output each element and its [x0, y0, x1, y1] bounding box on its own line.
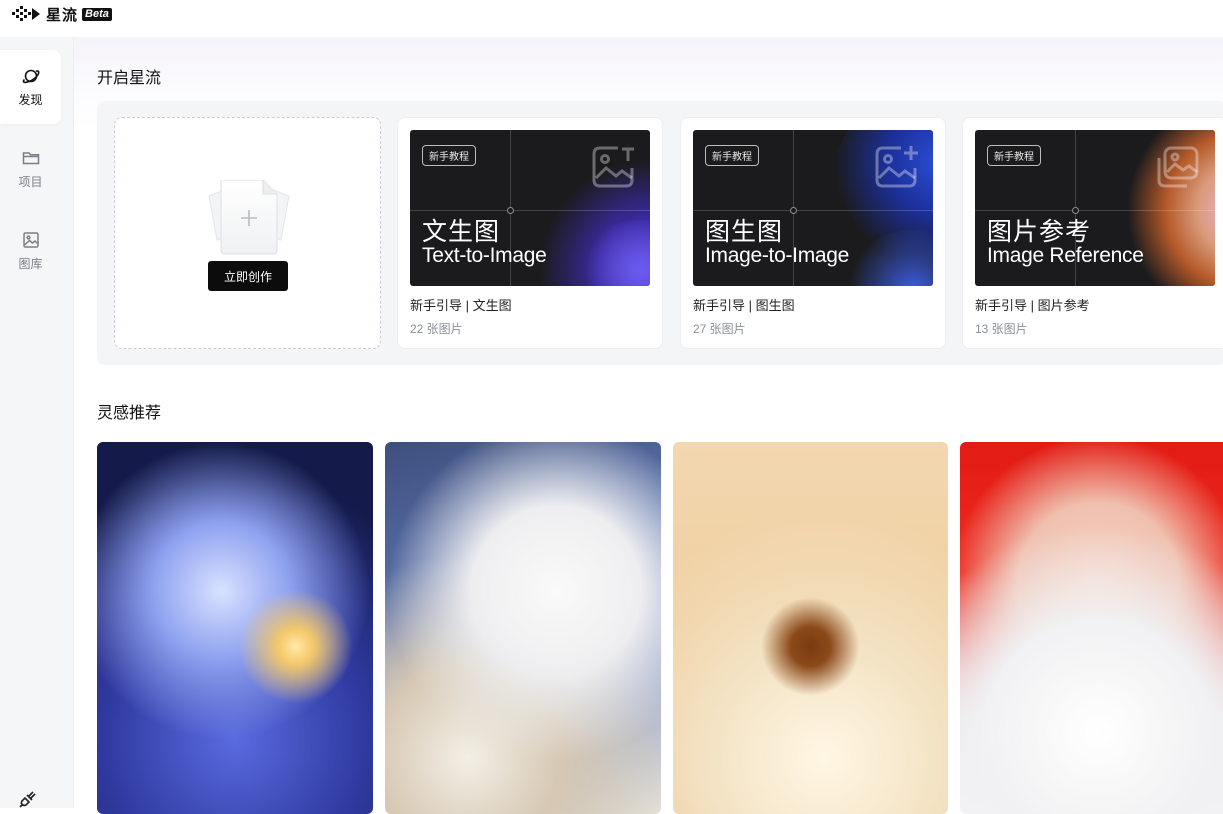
sidebar-item-gallery[interactable]: 图库	[0, 214, 61, 288]
tutorial-card-image-to-image[interactable]: 新手教程 图生图 Image-to-Image 新手引导 | 图生图 27 张图…	[680, 117, 946, 349]
new-file-icon	[208, 180, 290, 255]
sidebar-item-label: 发现	[18, 93, 43, 107]
tutorial-title-en: Text-to-Image	[422, 244, 547, 267]
tutorial-card-text-to-image[interactable]: 新手教程 文生图 Text-to-Image 新手引导 | 文生图 22 张图片	[397, 117, 663, 349]
tutorial-badge: 新手教程	[705, 145, 759, 166]
beta-badge: Beta	[82, 7, 112, 21]
inspiration-image-serum-bottle[interactable]	[673, 442, 948, 814]
tutorial-thumbnail: 新手教程 文生图 Text-to-Image	[410, 130, 650, 286]
create-now-button[interactable]: 立即创作	[208, 261, 288, 291]
image-stack-icon	[1157, 146, 1199, 188]
settings-tool-icon[interactable]	[17, 788, 39, 810]
text-image-icon	[592, 146, 634, 188]
image-icon	[22, 232, 39, 248]
app-name: 星流	[46, 6, 79, 24]
tutorial-count: 13 张图片	[975, 322, 1028, 336]
main-content: 开启星流 立即创作 新手教程 文生图 Text-to-Image 新手引导 | …	[74, 37, 1223, 814]
sidebar-item-discover[interactable]: 发现	[0, 50, 61, 124]
inspiration-image-anime-girl[interactable]	[97, 442, 373, 814]
app-logo[interactable]: 星流 Beta	[12, 5, 112, 24]
section-title-inspiration: 灵感推荐	[97, 405, 162, 422]
sidebar: 发现 项目 图库	[0, 37, 74, 808]
logo-mark-icon	[12, 6, 40, 21]
tutorial-name: 新手引导 | 图片参考	[975, 298, 1090, 313]
tutorial-title-cn: 文生图	[422, 218, 501, 246]
planet-icon	[22, 69, 39, 84]
folder-icon	[22, 152, 39, 165]
tutorial-count: 22 张图片	[410, 322, 463, 336]
inspiration-image-white-wolf[interactable]	[385, 442, 661, 814]
start-section: 立即创作 新手教程 文生图 Text-to-Image 新手引导 | 文生图 2…	[97, 101, 1223, 365]
section-title-start: 开启星流	[97, 70, 162, 87]
tutorial-title-cn: 图片参考	[987, 218, 1092, 246]
create-card[interactable]: 立即创作	[114, 117, 381, 349]
sidebar-item-projects[interactable]: 项目	[0, 132, 61, 206]
sidebar-item-label: 图库	[18, 257, 43, 271]
top-bar: 星流 Beta	[0, 0, 1223, 37]
tutorial-name: 新手引导 | 文生图	[410, 298, 512, 313]
tutorial-count: 27 张图片	[693, 322, 746, 336]
tutorial-card-image-reference[interactable]: 新手教程 图片参考 Image Reference 新手引导 | 图片参考 13…	[962, 117, 1223, 349]
tutorial-badge: 新手教程	[422, 145, 476, 166]
tutorial-thumbnail: 新手教程 图生图 Image-to-Image	[693, 130, 933, 286]
tutorial-thumbnail: 新手教程 图片参考 Image Reference	[975, 130, 1215, 286]
inspiration-image-red-hair-girl-cat[interactable]	[960, 442, 1223, 814]
tutorial-name: 新手引导 | 图生图	[693, 298, 795, 313]
tutorial-title-en: Image-to-Image	[705, 244, 850, 267]
sidebar-item-label: 项目	[18, 175, 43, 189]
tutorial-badge: 新手教程	[987, 145, 1041, 166]
tutorial-title-cn: 图生图	[705, 218, 784, 246]
tutorial-title-en: Image Reference	[987, 244, 1144, 267]
image-plus-icon	[875, 146, 918, 188]
